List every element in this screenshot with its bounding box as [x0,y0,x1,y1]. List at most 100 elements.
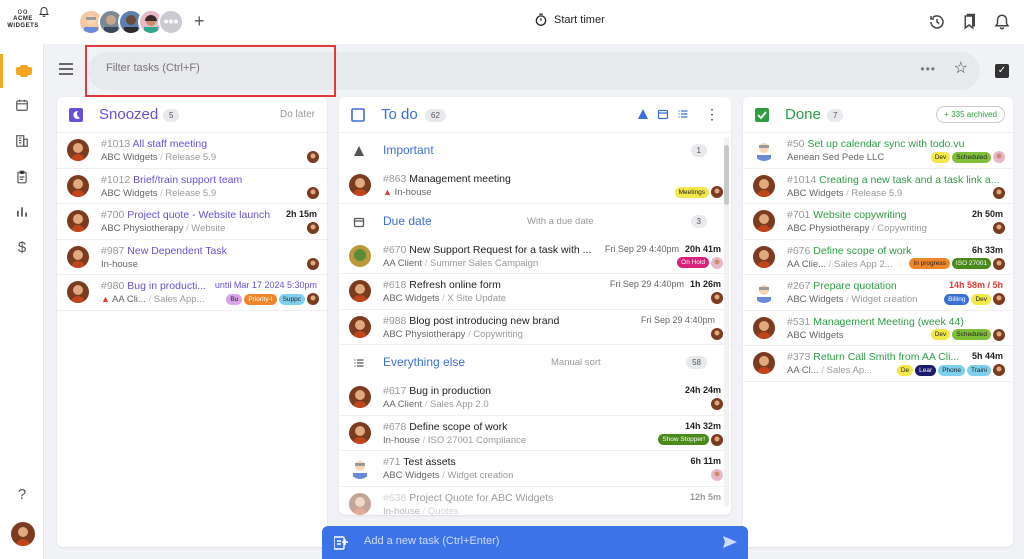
calendar-filter-icon[interactable] [657,108,669,120]
task-name[interactable]: Brief/train support team [133,174,242,186]
send-icon[interactable] [722,535,738,549]
task-item[interactable]: #50 Set up calendar sync with todo.vu Ae… [743,133,1013,169]
tag-badge: Bu [226,293,243,305]
task-name[interactable]: Website copywriting [813,209,906,221]
task-item[interactable]: #863 Management meeting ▲ In-house Meeti… [339,168,731,204]
task-item[interactable]: #1012 Brief/train support team ABC Widge… [57,169,327,204]
task-number: #670 [383,243,407,256]
task-name[interactable]: Project Quote for ABC Widgets [409,492,553,504]
nav-reports[interactable] [0,195,44,229]
task-item[interactable]: #987 New Dependent Task In-house [57,240,327,275]
checkbox-checked-icon [755,108,769,122]
nav-calendar[interactable] [0,88,44,122]
task-name[interactable]: Project quote - Website launch [127,209,270,221]
help-button[interactable]: ? [0,477,44,511]
task-client: ABC Widgets [383,293,440,304]
task-item[interactable]: #617 Bug in production AA Client / Sales… [339,380,731,416]
task-item[interactable]: #676 Define scope of work AA Clie... / S… [743,240,1013,275]
task-name[interactable]: New Dependent Task [127,245,227,257]
task-name[interactable]: Define scope of work [409,421,507,433]
time-spent: 5h 44m [967,351,1003,361]
filter-tasks-input[interactable] [106,62,706,74]
company-logo[interactable]: oo ACME WIDGETS [6,8,40,30]
add-task-icon [334,536,348,550]
task-name[interactable]: Test assets [403,456,456,468]
section-everything-else[interactable]: Everything else Manual sort 58 [339,345,731,380]
task-name[interactable]: Set up calendar sync with todo.vu [807,138,964,150]
task-item[interactable]: #1013 All staff meeting ABC Widgets / Re… [57,133,327,169]
task-item[interactable]: #678 Define scope of work In-house / ISO… [339,416,731,451]
time-spent: 14h 58m / 5h [944,280,1003,290]
task-name[interactable]: Bug in producti... [127,280,206,292]
task-item[interactable]: #638 Project Quote for ABC Widgets In-ho… [339,487,731,515]
add-user-button[interactable]: + [194,12,205,30]
task-item[interactable]: #373 Return Call Smith from AA Cli... AA… [743,346,1013,382]
user-avatar[interactable] [11,522,35,546]
task-name[interactable]: Management Meeting (week 44) [813,316,964,328]
task-name[interactable]: Refresh online form [409,279,501,291]
task-item[interactable]: #988 Blog post introducing new brand ABC… [339,310,731,345]
nav-tasks[interactable] [0,54,44,88]
snoozed-count: 5 [163,109,180,122]
warning-triangle-icon [354,146,364,156]
start-timer-button[interactable]: Start timer [534,13,605,27]
task-name[interactable]: All staff meeting [133,138,208,150]
list-view-icon[interactable] [677,108,689,120]
task-item[interactable]: #700 Project quote - Website launch ABC … [57,204,327,240]
task-avatar [753,245,775,268]
task-avatar [349,174,371,196]
menu-icon[interactable] [58,62,74,76]
assignee-avatar [993,186,1005,199]
add-task-input[interactable] [364,535,704,547]
task-project: Summer Sales Campaign [430,257,539,269]
logo-line1: ACME [13,16,33,22]
task-name[interactable]: Blog post introducing new brand [409,315,559,327]
star-icon[interactable]: ☆ [954,61,968,77]
assignee-avatar [993,328,1005,341]
task-number: #267 [787,280,811,292]
task-avatar [349,457,371,479]
task-name[interactable]: New Support Request for a task with ... [409,244,591,256]
column-menu-icon[interactable]: ⋮ [705,107,719,121]
task-name[interactable]: Management meeting [409,173,511,185]
select-mode-checkbox-icon[interactable]: ✓ [995,64,1009,78]
task-name[interactable]: Creating a new task and a task link a... [819,174,999,186]
task-item[interactable]: #701 Website copywriting ABC Physiothera… [743,204,1013,240]
task-item[interactable]: #980 Bug in producti... ▲ AA Cli... / Sa… [57,275,327,311]
task-name[interactable]: Return Call Smith from AA Cli... [813,351,959,363]
task-name[interactable]: Prepare quotation [813,280,896,292]
priority-filter-icon[interactable] [637,108,649,120]
task-client: AA Client [383,399,423,410]
task-item[interactable]: #267 Prepare quotation ABC Widgets / Wid… [743,275,1013,311]
task-item[interactable]: #1014 Creating a new task and a task lin… [743,169,1013,204]
notification-bell-icon[interactable] [993,13,1011,31]
section-title: Important [383,143,434,157]
task-name[interactable]: Define scope of work [813,245,911,257]
task-avatar [753,316,775,339]
archived-button[interactable]: + 335 archived [936,106,1005,123]
scrollbar-thumb[interactable] [724,145,729,205]
section-due-date[interactable]: Due date With a due date 3 [339,204,731,239]
dollar-icon: $ [17,238,27,256]
time-spent: 12h 5m [685,491,721,502]
task-item[interactable]: #618 Refresh online form ABC Widgets / X… [339,274,731,310]
bell-icon[interactable] [38,6,50,18]
assignee-avatar [711,327,723,340]
history-icon[interactable] [928,13,946,31]
nav-projects[interactable] [0,160,44,194]
task-item[interactable]: #71 Test assets ABC Widgets / Widget cre… [339,451,731,487]
nav-clients[interactable] [0,124,44,158]
filter-more-button[interactable]: ••• [920,62,936,76]
task-item[interactable]: #670 New Support Request for a task with… [339,239,731,274]
task-name[interactable]: Bug in production [409,385,491,397]
nav-billing[interactable]: $ [0,230,44,264]
task-number: #700 [101,209,125,221]
task-item[interactable]: #531 Management Meeting (week 44) ABC Wi… [743,311,1013,346]
start-timer-label: Start timer [554,14,605,26]
tag-badge: Suppc [278,293,305,305]
section-hint: Manual sort [551,357,601,368]
more-users-button[interactable]: ••• [158,9,184,35]
bookmark-icon[interactable] [960,13,978,31]
section-important[interactable]: Important 1 [339,133,731,168]
todo-scrollbar[interactable] [724,137,729,507]
